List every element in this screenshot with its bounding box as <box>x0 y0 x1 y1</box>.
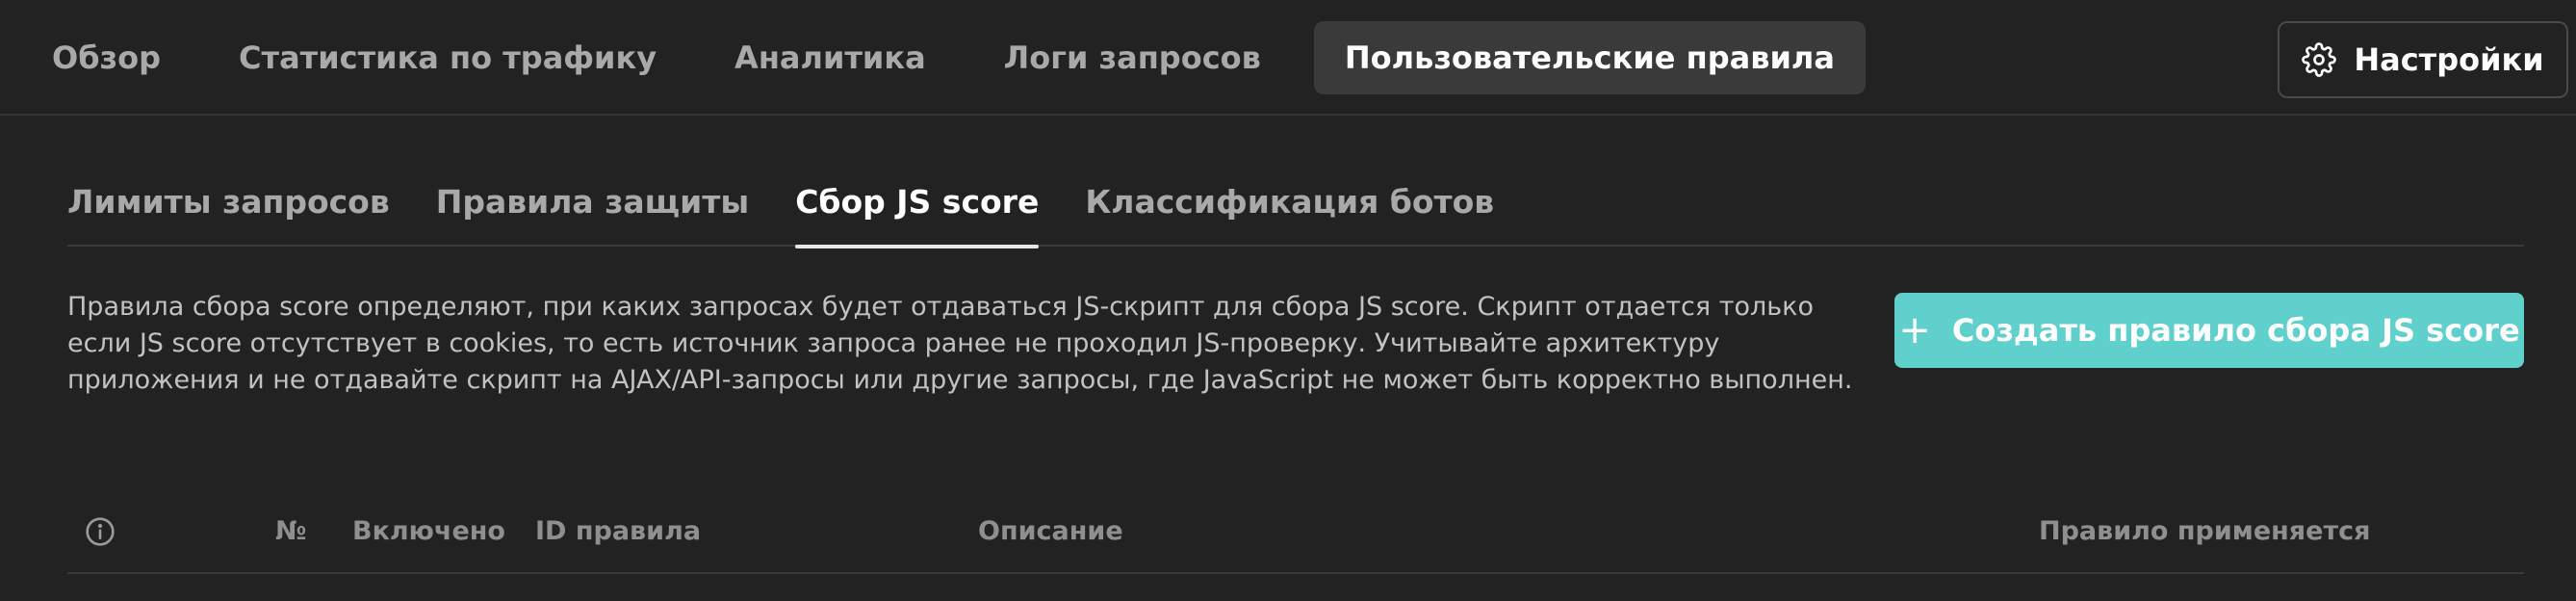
settings-button[interactable]: Настройки <box>2278 21 2568 98</box>
top-nav: Обзор Статистика по трафику Аналитика Ло… <box>27 21 1893 94</box>
create-js-score-rule-button[interactable]: + Создать правило сбора JS score <box>1894 293 2524 368</box>
description-line: приложения и не отдавайте скрипт на AJAX… <box>67 365 1853 395</box>
column-header-enabled[interactable]: Включено <box>352 516 505 546</box>
subtab-js-score[interactable]: Сбор JS score <box>795 166 1040 248</box>
section-description: Правила сбора score определяют, при каки… <box>67 289 1896 399</box>
top-navigation-bar: Обзор Статистика по трафику Аналитика Ло… <box>0 0 2576 116</box>
gear-icon <box>2302 42 2337 77</box>
column-header-number[interactable]: № <box>275 516 306 546</box>
column-header-rule-id[interactable]: ID правила <box>535 516 701 546</box>
column-header-description[interactable]: Описание <box>978 516 1123 546</box>
description-line: Правила сбора score определяют, при каки… <box>67 292 1814 322</box>
plus-icon: + <box>1898 308 1931 353</box>
create-button-label: Создать правило сбора JS score <box>1951 312 2520 349</box>
subtab-protection-rules[interactable]: Правила защиты <box>436 166 749 247</box>
tab-request-logs[interactable]: Логи запросов <box>979 21 1286 94</box>
sub-tabs: Лимиты запросов Правила защиты Сбор JS s… <box>67 166 2524 248</box>
tab-analytics[interactable]: Аналитика <box>709 21 951 94</box>
table-header: № Включено ID правила Описание Правило п… <box>67 501 2524 574</box>
tab-overview[interactable]: Обзор <box>27 21 186 94</box>
settings-button-label: Настройки <box>2354 41 2544 78</box>
tab-traffic-statistics[interactable]: Статистика по трафику <box>214 21 682 94</box>
subtab-bot-classification[interactable]: Классификация ботов <box>1085 166 1494 247</box>
column-header-rule-applies[interactable]: Правило применяется <box>2039 516 2370 546</box>
tab-custom-rules[interactable]: Пользовательские правила <box>1313 21 1866 94</box>
description-line: если JS score отсутствует в cookies, то … <box>67 328 1720 358</box>
info-icon[interactable] <box>85 516 116 547</box>
subtab-request-limits[interactable]: Лимиты запросов <box>67 166 390 247</box>
